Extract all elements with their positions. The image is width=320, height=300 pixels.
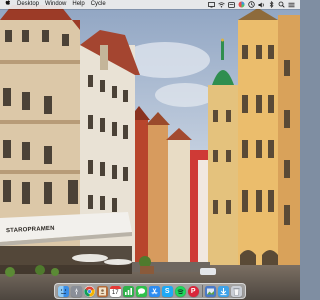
menu-bar: Desktop Window Help Cycle	[0, 0, 300, 9]
desktop-wallpaper	[0, 0, 300, 300]
right-tower	[208, 8, 300, 280]
menu-item-help[interactable]: Help	[72, 0, 84, 9]
preview-icon[interactable]	[205, 285, 217, 297]
control-center-icon[interactable]	[286, 0, 296, 9]
contacts-icon[interactable]	[96, 285, 108, 297]
notification-icon[interactable]	[226, 0, 236, 9]
calendar-date: 17	[111, 289, 119, 296]
dock: 17 S P	[54, 283, 246, 299]
pinterest-icon[interactable]: P	[187, 285, 199, 297]
apple-icon[interactable]	[5, 0, 11, 10]
dock-separator	[201, 285, 203, 297]
finder-icon[interactable]	[57, 285, 69, 297]
messages-icon[interactable]	[135, 285, 147, 297]
simulator-icon[interactable]: S	[161, 285, 173, 297]
menu-item-window[interactable]: Window	[45, 0, 66, 9]
wifi-icon[interactable]	[216, 0, 226, 9]
downloads-icon[interactable]	[218, 285, 230, 297]
clock-icon[interactable]	[246, 0, 256, 9]
spotlight-icon[interactable]	[276, 0, 286, 9]
numbers-icon[interactable]	[122, 285, 134, 297]
trash-icon[interactable]	[231, 285, 243, 297]
bluetooth-icon[interactable]	[266, 0, 276, 9]
color-icon[interactable]	[236, 0, 246, 9]
desktop-icon[interactable]	[206, 0, 216, 9]
launchpad-icon[interactable]	[70, 285, 82, 297]
app-store-icon[interactable]	[148, 285, 160, 297]
menu-item-desktop[interactable]: Desktop	[17, 0, 39, 9]
menu-item-cycle[interactable]: Cycle	[91, 0, 106, 9]
parked-car	[200, 268, 216, 275]
calendar-icon[interactable]: 17	[109, 285, 121, 297]
spotify-icon[interactable]	[174, 285, 186, 297]
volume-icon[interactable]	[256, 0, 266, 9]
chrome-icon[interactable]	[83, 285, 95, 297]
